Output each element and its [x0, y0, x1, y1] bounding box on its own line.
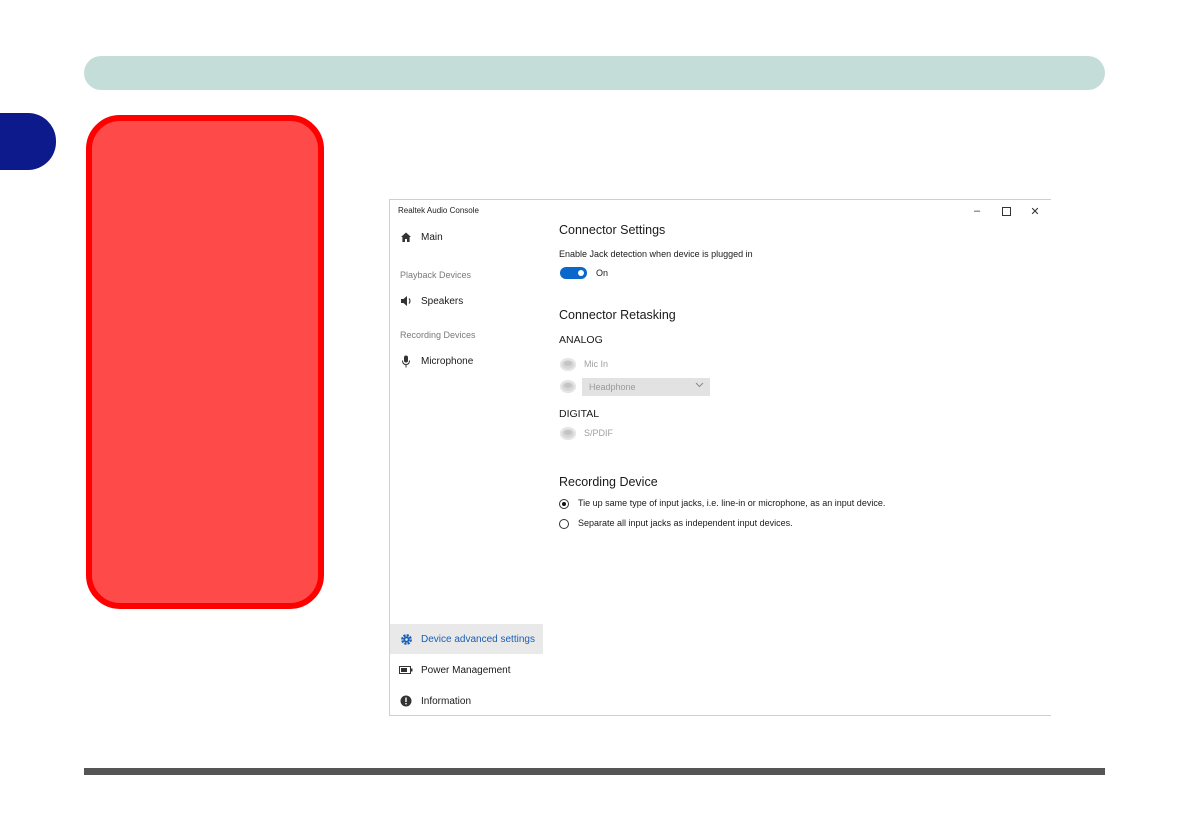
sidebar-item-label: Device advanced settings — [421, 633, 535, 645]
playback-devices-heading: Playback Devices — [400, 270, 472, 280]
sidebar-item-device-advanced-settings[interactable]: Device advanced settings — [390, 624, 543, 654]
mic-in-label: Mic In — [584, 359, 609, 369]
sidebar-item-microphone[interactable]: Microphone — [390, 346, 543, 376]
sidebar-item-label: Microphone — [421, 355, 474, 367]
speaker-icon — [399, 294, 413, 308]
dropdown-value: Headphone — [589, 382, 636, 392]
sidebar-item-main[interactable]: Main — [390, 222, 543, 252]
headphone-jack-icon[interactable] — [560, 380, 576, 393]
close-button[interactable]: ✕ — [1023, 202, 1047, 220]
connector-retasking-title: Connector Retasking — [559, 308, 676, 322]
separate-radio[interactable] — [559, 519, 569, 529]
sidebar-item-information[interactable]: Information — [390, 686, 543, 716]
recording-devices-heading: Recording Devices — [400, 330, 476, 340]
headphone-dropdown[interactable]: Headphone — [582, 378, 710, 396]
chevron-down-icon — [695, 380, 704, 391]
sidebar-item-label: Main — [421, 231, 443, 243]
window-title: Realtek Audio Console — [398, 206, 479, 215]
digital-label: DIGITAL — [559, 408, 600, 420]
microphone-icon — [399, 354, 413, 368]
realtek-audio-console-window: Realtek Audio Console – ✕ Main Playback … — [389, 199, 1051, 716]
connector-settings-title: Connector Settings — [559, 223, 666, 237]
mic-in-jack-icon[interactable] — [560, 358, 576, 371]
analog-label: ANALOG — [559, 334, 603, 346]
sidebar-item-speakers[interactable]: Speakers — [390, 286, 543, 316]
jack-detection-label: Enable Jack detection when device is plu… — [559, 249, 753, 259]
home-icon — [399, 230, 413, 244]
battery-icon — [399, 663, 413, 677]
tie-up-radio-label: Tie up same type of input jacks, i.e. li… — [578, 498, 886, 508]
side-note-box — [86, 115, 324, 609]
tie-up-radio[interactable] — [559, 499, 569, 509]
jack-detection-toggle[interactable] — [560, 267, 587, 279]
chapter-tab — [0, 113, 56, 170]
sidebar-item-label: Power Management — [421, 664, 511, 676]
sidebar-item-power-management[interactable]: Power Management — [390, 655, 543, 685]
maximize-button[interactable] — [994, 202, 1018, 220]
toggle-state-label: On — [596, 268, 609, 278]
spdif-label: S/PDIF — [584, 428, 614, 438]
page-header-bar — [84, 56, 1105, 90]
sidebar-item-label: Speakers — [421, 295, 464, 307]
footer-rule — [84, 768, 1105, 775]
minimize-button[interactable]: – — [965, 202, 989, 220]
info-icon — [399, 694, 413, 708]
separate-radio-label: Separate all input jacks as independent … — [578, 518, 793, 528]
spdif-jack-icon[interactable] — [560, 427, 576, 440]
sidebar-item-label: Information — [421, 695, 472, 707]
gear-icon — [399, 632, 413, 646]
maximize-icon — [1001, 206, 1011, 216]
recording-device-title: Recording Device — [559, 475, 658, 489]
